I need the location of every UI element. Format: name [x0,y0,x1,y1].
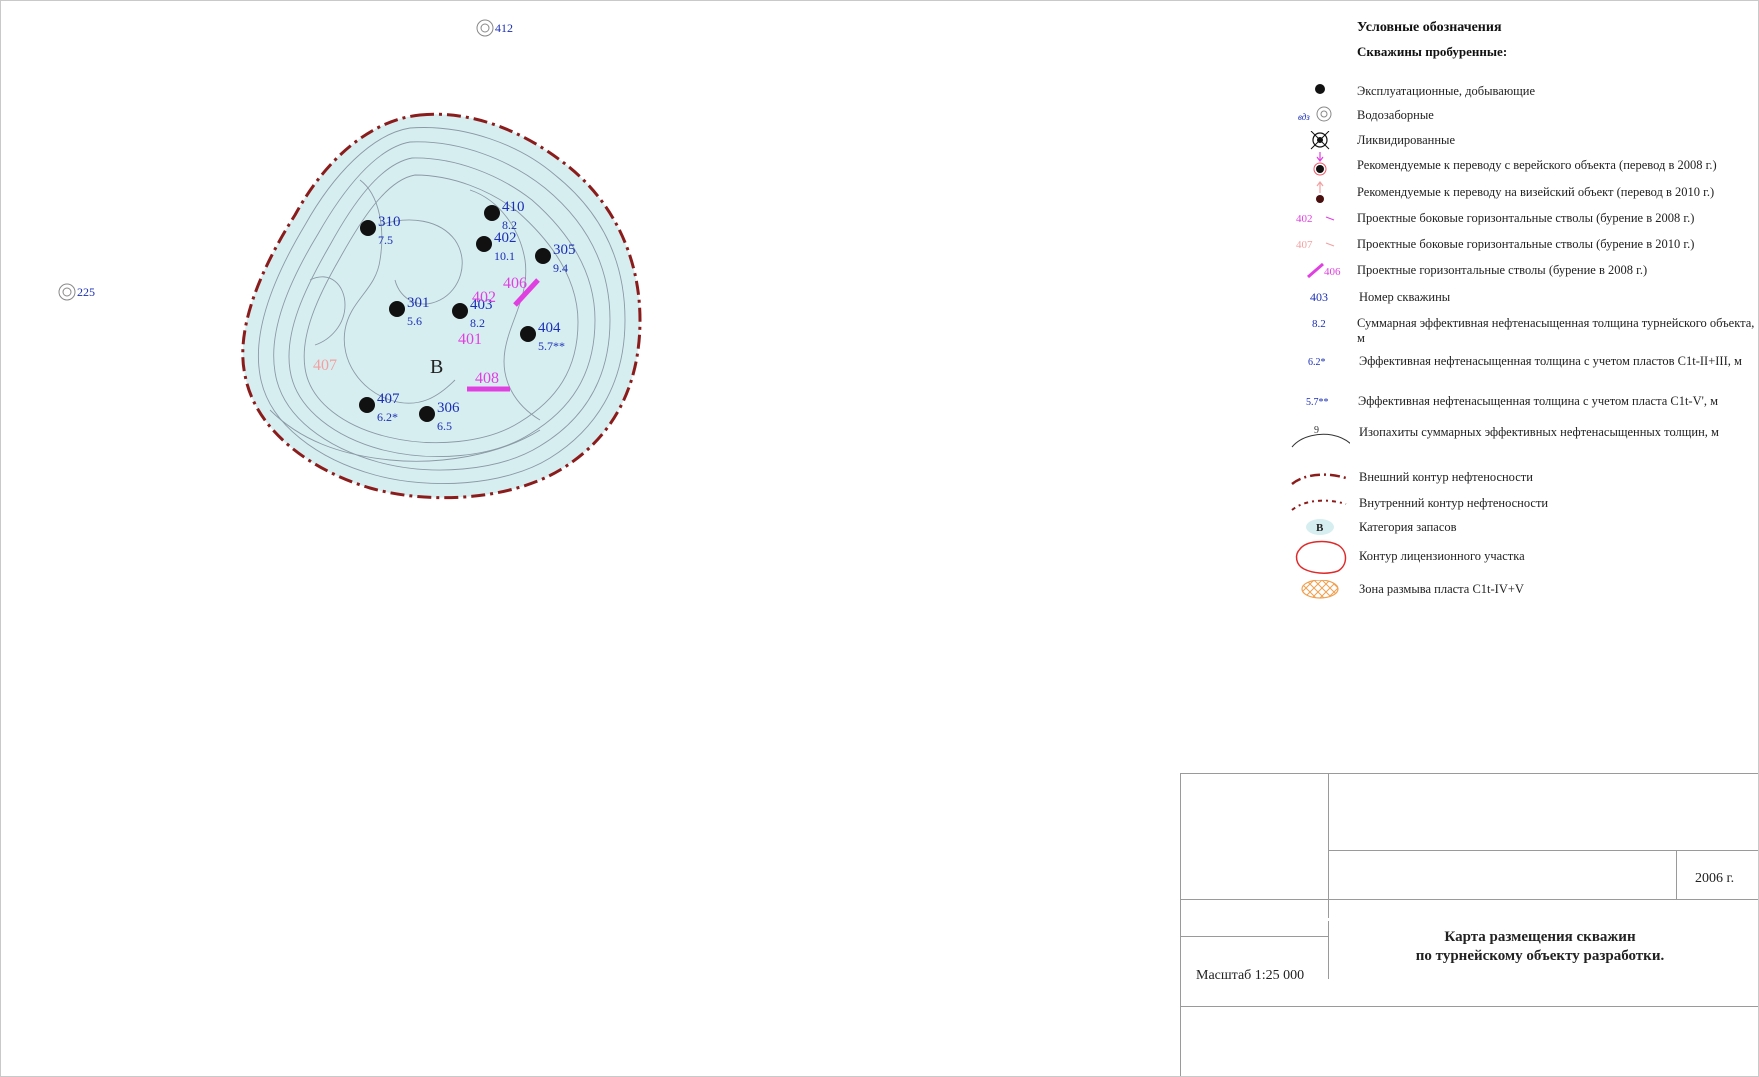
isopach-icon: 9 [1291,425,1350,448]
svg-text:В: В [1316,522,1324,534]
water-well-label: 225 [77,285,95,299]
projected-well-408: 408 [475,370,499,387]
well-thickness-label: 5.6 [407,314,422,328]
water-well-marker [476,19,494,37]
svg-text:407: 407 [1296,239,1313,251]
well-marker [484,205,500,221]
reserve-category: В [430,356,443,378]
well-number-label: 306 [437,400,460,416]
water-well-412: 412 [476,19,513,37]
svg-text:5.7**: 5.7** [1306,397,1329,408]
stamp-scale: Масштаб 1:25 000 [1196,968,1305,983]
category-icon: В [1306,519,1334,535]
projected-well-402: 402 [472,289,496,306]
projected-well-406: 406 [503,275,527,292]
well-marker [520,326,536,342]
outer-contour-icon [1291,473,1347,486]
well-marker [359,397,375,413]
svg-text:6.2*: 6.2* [1308,357,1326,368]
svg-text:вдз: вдз [1298,112,1310,122]
well-number-icon: 403 [1310,290,1328,304]
title-block: 2006 г. Масштаб 1:25 000 Карта размещени… [1180,773,1758,1076]
well-marker [535,248,551,264]
stamp-title: Карта размещения скважин по турнейскому … [1330,928,1750,966]
transfer-2008-icon [1313,152,1327,176]
legend-title: Условные обозначения [1357,20,1502,35]
svg-text:402: 402 [1296,213,1313,225]
well-number-label: 404 [538,320,561,336]
well-thickness-label: 8.2 [470,316,485,330]
inner-contour-icon [1291,499,1347,511]
well-number-label: 310 [378,214,401,230]
projected-well-407: 407 [313,357,337,374]
well-number-label: 301 [407,295,430,311]
well-marker [476,236,492,252]
thickness-icon: 8.2 [1312,318,1326,330]
water-well-marker [62,287,72,297]
water-well-marker [58,283,76,301]
well-number-label: 410 [502,199,525,215]
well-number-label: 402 [494,230,517,246]
abandoned-well-icon [1310,131,1330,150]
well-thickness-label: 6.2* [377,410,398,424]
svg-text:9: 9 [1314,425,1319,436]
sidetrack-2008-icon: 402 [1296,213,1335,225]
well-thickness-label: 7.5 [378,233,393,247]
svg-text:403: 403 [1310,290,1328,304]
transfer-2010-icon [1316,181,1324,203]
well-thickness-label: 9.4 [553,261,568,275]
water-well-label: 412 [495,21,513,35]
stamp-title-line2: по турнейскому объекту разработки. [1415,948,1665,964]
erosion-zone-icon [1301,580,1339,599]
well-number-label: 407 [377,391,400,407]
sidetrack-2010-icon: 407 [1296,239,1335,251]
projected-well-401: 401 [458,331,482,348]
well-marker [389,301,405,317]
thickness-2star-icon: 5.7** [1306,397,1329,408]
well-thickness-label: 6.5 [437,419,452,433]
water-well-marker [480,23,490,33]
water-well-icon: вдз [1298,106,1332,122]
license-contour-icon [1295,540,1347,574]
thickness-star-icon: 6.2* [1308,357,1326,368]
svg-text:8.2: 8.2 [1312,318,1326,330]
water-well-225: 225 [58,283,95,301]
well-number-label: 305 [553,242,576,258]
stamp-title-line1: Карта размещения скважин [1444,929,1636,945]
horizontal-2008-icon: 406 [1307,262,1341,279]
well-marker [452,303,468,319]
well-marker [360,220,376,236]
svg-text:406: 406 [1324,266,1341,278]
stamp-year: 2006 г. [1695,871,1735,886]
well-thickness-label: 5.7** [538,339,565,353]
well-thickness-label: 10.1 [494,249,515,263]
production-well-icon [1315,84,1325,94]
legend-subtitle: Скважины пробуренные: [1357,44,1508,59]
well-marker [419,406,435,422]
